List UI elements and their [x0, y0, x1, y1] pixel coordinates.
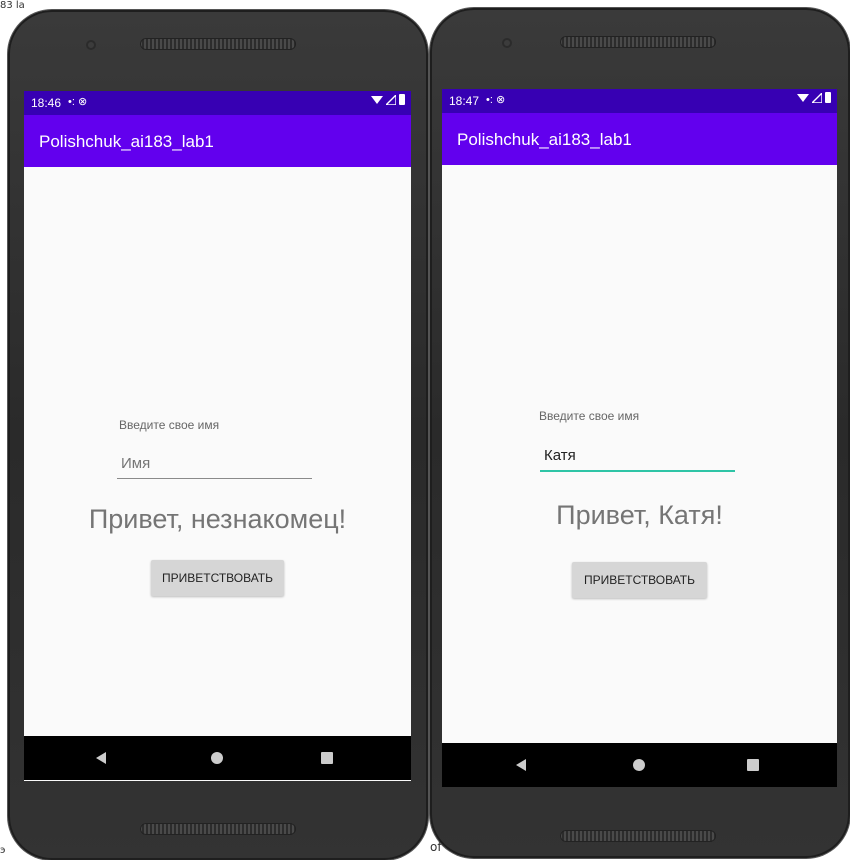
recents-icon[interactable] [321, 752, 333, 764]
status-time: 18:46 [31, 96, 62, 110]
name-input[interactable] [540, 444, 735, 472]
phone-frame-right: 18:47 •: ⊗ Polishchuk_ai183_lab1 Введите… [430, 8, 850, 858]
recents-icon[interactable] [747, 759, 759, 771]
app-bar: Polishchuk_ai183_lab1 [24, 115, 411, 167]
app-title: Polishchuk_ai183_lab1 [457, 130, 632, 149]
top-speaker-grille [140, 38, 296, 50]
background-text-bottom-left: э [0, 845, 6, 856]
status-bar: 18:47 •: ⊗ [442, 89, 837, 113]
notification-icons: •: ⊗ [68, 96, 88, 108]
phone-screen-right: 18:47 •: ⊗ Polishchuk_ai183_lab1 Введите… [442, 89, 837, 787]
bottom-speaker-grille [560, 830, 716, 842]
status-bar: 18:46 •: ⊗ [24, 91, 411, 115]
back-icon[interactable] [96, 752, 106, 764]
system-icons [797, 92, 831, 103]
name-input[interactable] [117, 452, 312, 479]
greet-button[interactable]: ПРИВЕТСТВОВАТЬ [151, 560, 284, 596]
home-icon[interactable] [211, 752, 223, 764]
greeting-text: Привет, незнакомец! [88, 504, 347, 534]
top-speaker-grille [560, 36, 716, 48]
background-text-top-left: 83 la [0, 0, 25, 11]
bottom-speaker-grille [140, 823, 296, 835]
home-icon[interactable] [633, 759, 645, 771]
system-icons [371, 94, 405, 105]
status-time: 18:47 [449, 94, 480, 108]
name-prompt-label: Введите свое имя [539, 409, 640, 423]
wifi-icon [797, 93, 809, 102]
signal-icon [812, 92, 822, 103]
notification-icons: •: ⊗ [486, 94, 506, 106]
name-prompt-label: Введите свое имя [119, 418, 220, 432]
back-icon[interactable] [516, 759, 526, 771]
battery-icon [825, 92, 831, 103]
front-camera [86, 40, 96, 50]
app-bar: Polishchuk_ai183_lab1 [442, 113, 837, 165]
navigation-bar [24, 736, 411, 780]
signal-icon [386, 94, 396, 105]
greeting-text: Привет, Катя! [556, 500, 723, 530]
navigation-bar [442, 743, 837, 787]
greet-button[interactable]: ПРИВЕТСТВОВАТЬ [572, 562, 707, 598]
front-camera [502, 38, 512, 48]
wifi-icon [371, 95, 383, 104]
phone-screen-left: 18:46 •: ⊗ Polishchuk_ai183_lab1 Введите… [24, 91, 411, 781]
app-title: Polishchuk_ai183_lab1 [39, 132, 214, 151]
battery-icon [399, 94, 405, 105]
phone-frame-left: 18:46 •: ⊗ Polishchuk_ai183_lab1 Введите… [8, 10, 428, 860]
